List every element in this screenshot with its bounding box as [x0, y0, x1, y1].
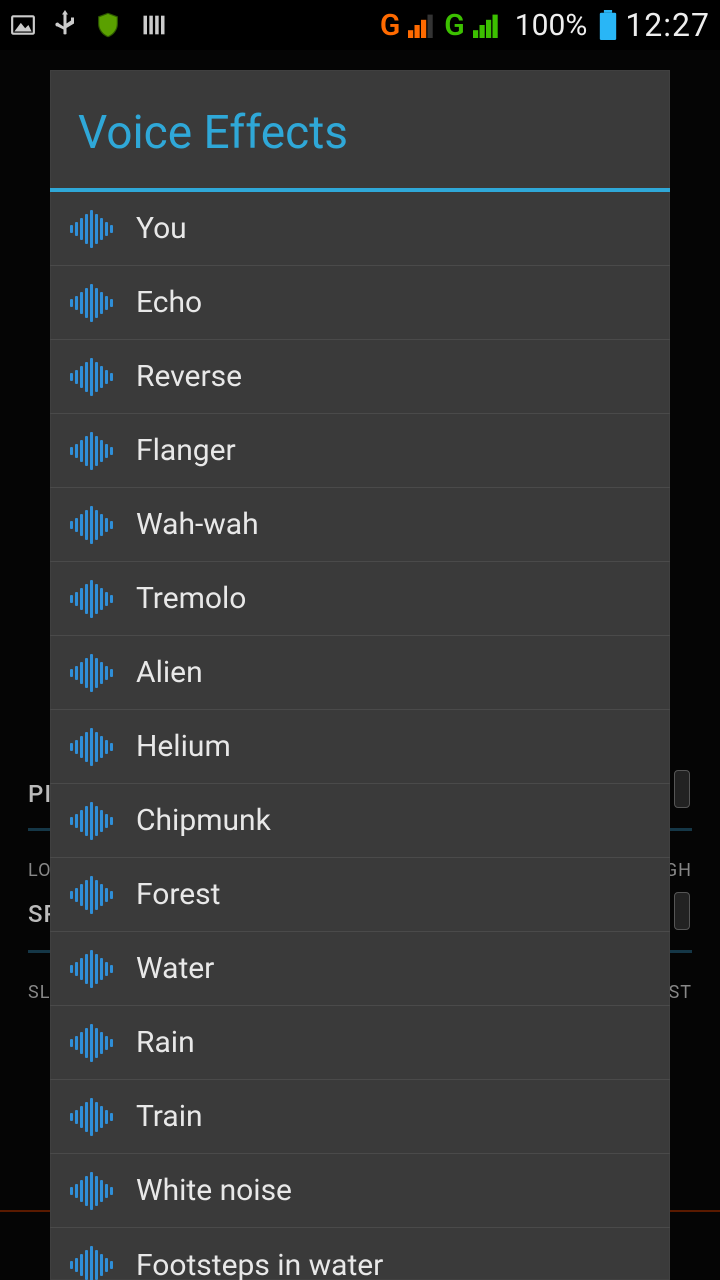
waveform-icon — [66, 210, 116, 248]
dialog-title: Voice Effects — [78, 106, 642, 160]
effect-row[interactable]: Alien — [50, 636, 670, 710]
barcode-icon — [140, 11, 168, 39]
waveform-icon — [66, 654, 116, 692]
status-clock: 12:27 — [625, 6, 710, 44]
effect-label: Echo — [136, 285, 202, 320]
effect-label: White noise — [136, 1173, 292, 1208]
status-bar: G G 100% 12:27 — [0, 0, 720, 50]
voice-effects-dialog: Voice Effects You Echo Reverse Flanger Wah-w… — [50, 70, 670, 1280]
battery-icon — [599, 10, 617, 40]
effect-row[interactable]: Chipmunk — [50, 784, 670, 858]
waveform-icon — [66, 358, 116, 396]
effect-row[interactable]: Forest — [50, 858, 670, 932]
effect-row[interactable]: Flanger — [50, 414, 670, 488]
speed-slow-label: SL — [28, 982, 50, 1003]
waveform-icon — [66, 506, 116, 544]
effect-row[interactable]: Footsteps in water — [50, 1228, 670, 1280]
pitch-knob[interactable] — [674, 770, 690, 808]
usb-icon — [54, 10, 76, 40]
shield-icon — [94, 11, 122, 39]
effect-row[interactable]: Helium — [50, 710, 670, 784]
effect-row[interactable]: Echo — [50, 266, 670, 340]
waveform-icon — [66, 1246, 116, 1280]
effect-row[interactable]: You — [50, 192, 670, 266]
effect-row[interactable]: Tremolo — [50, 562, 670, 636]
waveform-icon — [66, 1098, 116, 1136]
effect-label: Tremolo — [136, 581, 246, 616]
waveform-icon — [66, 950, 116, 988]
effect-row[interactable]: Wah-wah — [50, 488, 670, 562]
waveform-icon — [66, 580, 116, 618]
effect-row[interactable]: Train — [50, 1080, 670, 1154]
effect-label: Alien — [136, 655, 203, 690]
waveform-icon — [66, 1172, 116, 1210]
pitch-label: PI — [28, 780, 52, 808]
effect-label: Reverse — [136, 359, 242, 394]
effect-label: Rain — [136, 1025, 195, 1060]
effect-label: Helium — [136, 729, 231, 764]
waveform-icon — [66, 1024, 116, 1062]
effect-label: Water — [136, 951, 214, 986]
waveform-icon — [66, 284, 116, 322]
effect-label: Footsteps in water — [136, 1248, 383, 1280]
effect-label: Train — [136, 1099, 203, 1134]
speed-fast-label: ST — [669, 982, 692, 1003]
signal-1-icon — [408, 12, 434, 38]
dialog-header: Voice Effects — [50, 70, 670, 192]
effect-label: Chipmunk — [136, 803, 271, 838]
waveform-icon — [66, 876, 116, 914]
effect-label: Forest — [136, 877, 220, 912]
effect-label: Flanger — [136, 433, 236, 468]
pitch-low-label: LO — [28, 860, 52, 881]
speed-knob[interactable] — [674, 892, 690, 930]
effect-row[interactable]: White noise — [50, 1154, 670, 1228]
waveform-icon — [66, 728, 116, 766]
waveform-icon — [66, 432, 116, 470]
network-g2-label: G — [444, 8, 464, 43]
effect-row[interactable]: Rain — [50, 1006, 670, 1080]
effect-label: Wah-wah — [136, 507, 259, 542]
waveform-icon — [66, 802, 116, 840]
effect-label: You — [136, 211, 187, 246]
signal-2-icon — [473, 12, 499, 38]
network-g1-label: G — [380, 8, 400, 43]
effect-row[interactable]: Water — [50, 932, 670, 1006]
battery-percent: 100% — [515, 8, 588, 43]
effects-list[interactable]: You Echo Reverse Flanger Wah-wah Tremolo Alien… — [50, 192, 670, 1280]
gallery-icon — [10, 12, 36, 38]
effect-row[interactable]: Reverse — [50, 340, 670, 414]
